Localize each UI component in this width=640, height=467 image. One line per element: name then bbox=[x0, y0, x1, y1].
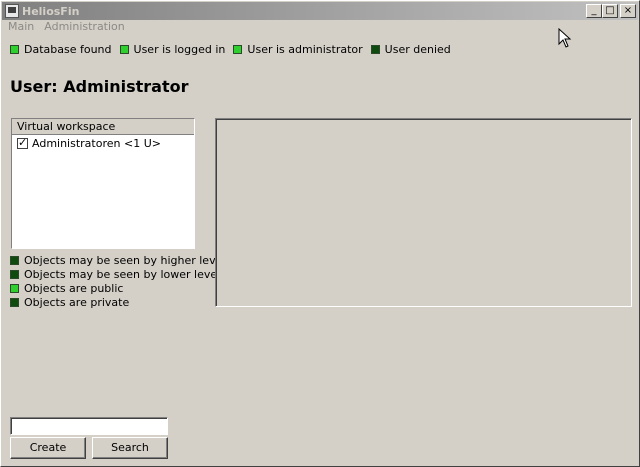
minimize-button[interactable]: _ bbox=[586, 4, 602, 18]
status-user-logged-in: User is logged in bbox=[119, 43, 226, 56]
search-button[interactable]: Search bbox=[92, 437, 168, 459]
status-indicator-icon bbox=[119, 45, 129, 54]
workspace-header[interactable]: Virtual workspace bbox=[12, 119, 194, 135]
status-indicator-icon bbox=[10, 45, 19, 54]
create-button[interactable]: Create bbox=[10, 437, 86, 459]
status-indicator-icon bbox=[370, 45, 380, 54]
visibility-indicator-icon bbox=[10, 283, 19, 293]
title-bar[interactable]: HeliosFin _ □ × bbox=[2, 2, 638, 20]
visibility-public: Objects are public bbox=[10, 281, 231, 295]
status-user-denied: User denied bbox=[370, 43, 451, 56]
app-icon[interactable] bbox=[5, 4, 19, 18]
checkbox[interactable] bbox=[17, 136, 28, 149]
visibility-indicator-icon bbox=[10, 297, 19, 307]
workspace-item-label: Administratoren <1 U> bbox=[32, 136, 161, 150]
visibility-private: Objects are private bbox=[10, 295, 231, 309]
visibility-label: Objects are public bbox=[24, 281, 124, 295]
content-panel bbox=[215, 118, 632, 307]
caption-buttons: _ □ × bbox=[586, 4, 636, 18]
status-legend: Database found User is logged in User is… bbox=[10, 43, 459, 56]
visibility-indicator-icon bbox=[10, 255, 19, 265]
visibility-lower-levels: Objects may be seen by lower levels bbox=[10, 267, 231, 281]
visibility-label: Objects may be seen by higher levels bbox=[24, 253, 232, 267]
menu-bar: Main Administration bbox=[4, 20, 125, 36]
status-indicator-icon bbox=[233, 45, 243, 54]
visibility-legend: Objects may be seen by higher levels Obj… bbox=[10, 253, 239, 309]
page-title: User: Administrator bbox=[10, 77, 189, 96]
status-label: User is administrator bbox=[247, 43, 363, 56]
status-database-found: Database found bbox=[10, 43, 112, 56]
window-title: HeliosFin bbox=[22, 4, 80, 18]
close-button[interactable]: × bbox=[620, 4, 636, 18]
status-label: User is logged in bbox=[133, 43, 226, 56]
visibility-label: Objects may be seen by lower levels bbox=[24, 267, 226, 281]
status-label: User denied bbox=[384, 43, 451, 56]
status-user-administrator: User is administrator bbox=[233, 43, 363, 56]
visibility-label: Objects are private bbox=[24, 295, 130, 309]
visibility-indicator-icon bbox=[10, 269, 19, 279]
main-window: HeliosFin _ □ × Main Administration Data… bbox=[0, 0, 640, 467]
list-item[interactable]: Administratoren <1 U> bbox=[12, 136, 194, 150]
mouse-cursor-icon bbox=[558, 28, 572, 48]
menu-main[interactable]: Main bbox=[8, 20, 34, 36]
maximize-button[interactable]: □ bbox=[602, 4, 618, 18]
menu-administration[interactable]: Administration bbox=[44, 20, 125, 36]
virtual-workspace-list[interactable]: Virtual workspace Administratoren <1 U> bbox=[11, 118, 195, 249]
search-input[interactable] bbox=[10, 417, 168, 435]
visibility-higher-levels: Objects may be seen by higher levels bbox=[10, 253, 231, 267]
status-label: Database found bbox=[24, 43, 112, 56]
